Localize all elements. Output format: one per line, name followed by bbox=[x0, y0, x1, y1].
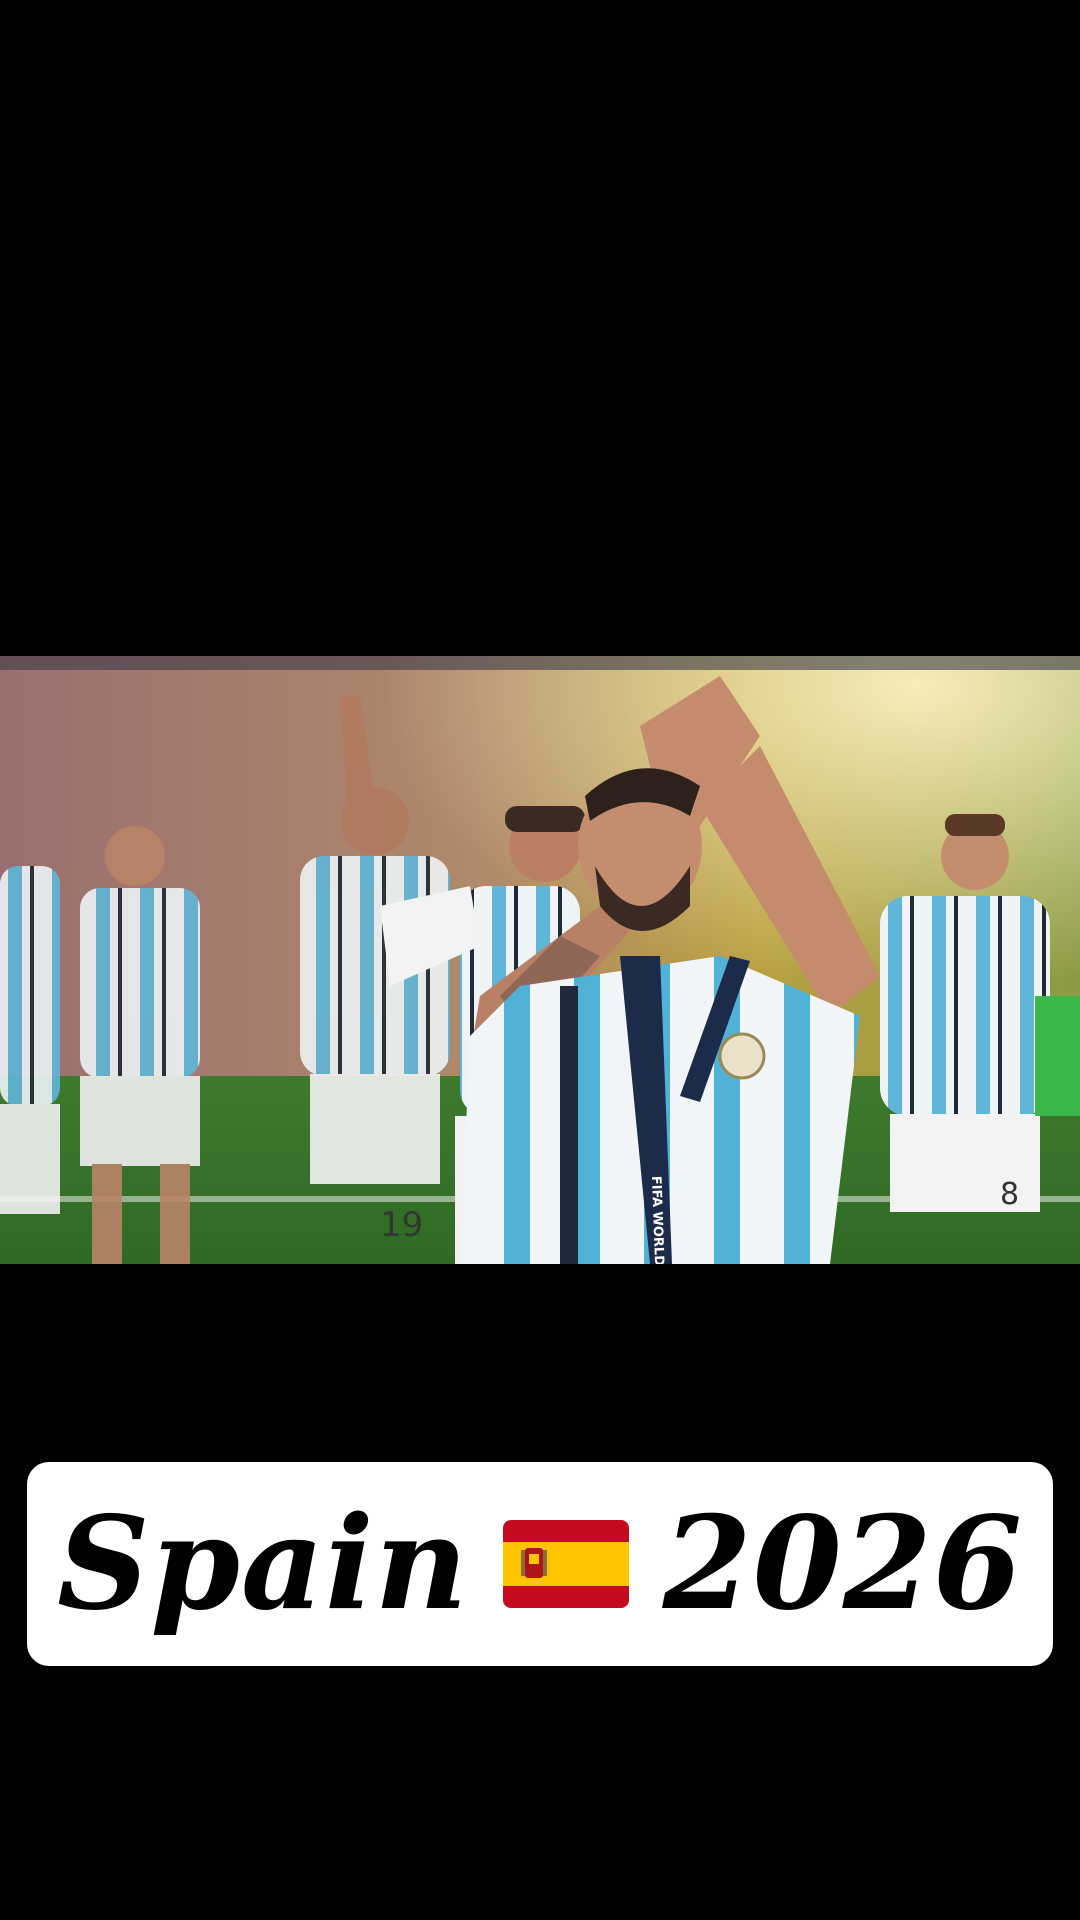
jersey-number-19: 19 bbox=[380, 1205, 423, 1245]
caption-banner: Spain 2026 bbox=[27, 1462, 1053, 1666]
video-frame: 19 8 FIFA WORLD CUP 2026 bbox=[0, 656, 1080, 1264]
spain-flag-icon bbox=[502, 1520, 629, 1608]
celebration-photo: 19 8 FIFA WORLD CUP 2026 bbox=[0, 656, 1080, 1264]
caption-year: 2026 bbox=[662, 1489, 1023, 1639]
caption-country: Spain bbox=[57, 1489, 469, 1639]
jersey-number-8: 8 bbox=[1000, 1177, 1019, 1212]
